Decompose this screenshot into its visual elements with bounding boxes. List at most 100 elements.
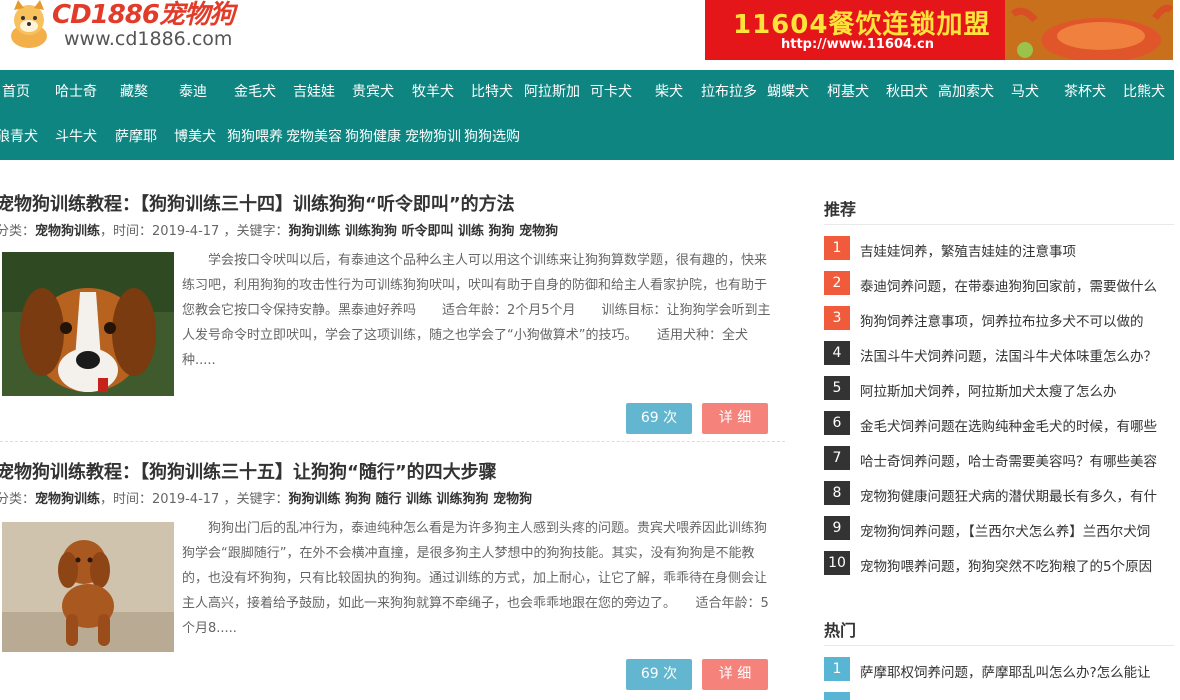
hot-heading: 热门 bbox=[824, 621, 857, 640]
rank-link[interactable]: 金毛犬饲养问题在选购纯种金毛犬的时候，有哪些 bbox=[860, 415, 1157, 435]
rank-link[interactable]: 阿拉斯加犬饲养，阿拉斯加犬太瘦了怎么办 bbox=[860, 380, 1117, 400]
nav-item-corgi[interactable]: 柯基犬 bbox=[827, 70, 869, 115]
rank-link[interactable]: 法国斗牛犬饲养问题，法国斗牛犬体味重怎么办？ bbox=[860, 345, 1157, 365]
nav-item-labrador[interactable]: 拉布拉多 bbox=[701, 70, 757, 115]
rank-number: 3 bbox=[824, 306, 850, 330]
article-card: 宠物狗训练教程：【狗狗训练三十四】训练狗狗“听令即叫”的方法 分类：宠物狗训练，… bbox=[0, 190, 785, 442]
meta-category-label: 分类： bbox=[0, 224, 36, 239]
recommend-item[interactable]: 2 泰迪饲养问题，在带泰迪狗狗回家前，需要做什么 bbox=[824, 271, 1180, 306]
rank-link[interactable]: 哈士奇饲养问题，哈士奇需要美容吗？有哪些美容 bbox=[860, 450, 1157, 470]
recommend-item[interactable]: 8 宠物狗健康问题狂犬病的潜伏期最长有多久，有什 bbox=[824, 481, 1180, 516]
nav-item-caucasian[interactable]: 高加索犬 bbox=[938, 70, 994, 115]
nav-item-shepherd[interactable]: 牧羊犬 bbox=[412, 70, 454, 115]
banner-title: 11604餐饮连锁加盟 bbox=[733, 10, 991, 40]
rank-number: 4 bbox=[824, 341, 850, 365]
article-thumbnail[interactable] bbox=[2, 252, 174, 396]
nav-item-pitbull[interactable]: 比特犬 bbox=[471, 70, 513, 115]
article-title[interactable]: 宠物狗训练教程：【狗狗训练三十四】训练狗狗“听令即叫”的方法 bbox=[0, 190, 515, 216]
detail-button[interactable]: 详 细 bbox=[702, 659, 768, 690]
rank-number: 8 bbox=[824, 481, 850, 505]
recommend-item[interactable]: 5 阿拉斯加犬饲养，阿拉斯加犬太瘦了怎么办 bbox=[824, 376, 1180, 411]
hot-divider bbox=[824, 645, 1174, 646]
logo-title: CD1886宠物狗 bbox=[52, 0, 235, 30]
recommend-item[interactable]: 7 哈士奇饲养问题，哈士奇需要美容吗？有哪些美容 bbox=[824, 446, 1180, 481]
meta-keywords[interactable]: 狗狗训练 训练狗狗 听令即叫 训练 狗狗 宠物狗 bbox=[288, 224, 558, 239]
meta-time: ，时间：2019-4-17 ，关键字： bbox=[100, 492, 289, 507]
article-card: 宠物狗训练教程：【狗狗训练三十五】让狗狗“随行”的四大步骤 分类：宠物狗训练，时… bbox=[0, 458, 785, 700]
views-button[interactable]: 69 次 bbox=[626, 403, 692, 434]
hot-item[interactable]: 1 萨摩耶权饲养问题，萨摩耶乱叫怎么办?怎么能让 bbox=[824, 657, 1180, 692]
rank-number: 1 bbox=[824, 657, 850, 681]
nav-item-alaskan[interactable]: 阿拉斯加 bbox=[524, 70, 580, 115]
nav-item-shiba[interactable]: 柴犬 bbox=[655, 70, 683, 115]
site-logo[interactable]: CD1886宠物狗 www.cd1886.com bbox=[0, 0, 240, 60]
recommend-item[interactable]: 4 法国斗牛犬饲养问题，法国斗牛犬体味重怎么办？ bbox=[824, 341, 1180, 376]
beagle-image bbox=[2, 252, 174, 396]
recommend-item[interactable]: 1 吉娃娃饲养，繁殖吉娃娃的注意事项 bbox=[824, 236, 1180, 271]
nav-item-home[interactable]: 首页 bbox=[2, 70, 30, 115]
rank-number: 9 bbox=[824, 516, 850, 540]
rank-link[interactable]: 萨摩耶权饲养问题，萨摩耶乱叫怎么办?怎么能让 bbox=[860, 661, 1151, 681]
nav-item-bichon[interactable]: 比熊犬 bbox=[1123, 70, 1165, 115]
nav-item-training[interactable]: 宠物狗训 bbox=[405, 115, 461, 160]
nav-item-golden-retriever[interactable]: 金毛犬 bbox=[234, 70, 276, 115]
nav-row-1: 首页 哈士奇 藏獒 泰迪 金毛犬 吉娃娃 贵宾犬 牧羊犬 比特犬 阿拉斯加 可卡… bbox=[0, 70, 1174, 115]
dog-mascot-icon bbox=[11, 0, 47, 48]
nav-item-teddy[interactable]: 泰迪 bbox=[179, 70, 207, 115]
nav-item-buying[interactable]: 狗狗选购 bbox=[464, 115, 520, 160]
rank-link[interactable]: 吉娃娃饲养，繁殖吉娃娃的注意事项 bbox=[860, 240, 1076, 260]
nav-item-pomeranian[interactable]: 博美犬 bbox=[174, 115, 216, 160]
recommend-item[interactable]: 6 金毛犬饲养问题在选购纯种金毛犬的时候，有哪些 bbox=[824, 411, 1180, 446]
article-title[interactable]: 宠物狗训练教程：【狗狗训练三十五】让狗狗“随行”的四大步骤 bbox=[0, 458, 497, 484]
nav-item-papillon[interactable]: 蝴蝶犬 bbox=[767, 70, 809, 115]
rank-number: 6 bbox=[824, 411, 850, 435]
crab-image bbox=[1005, 0, 1173, 60]
nav-item-samoyed[interactable]: 萨摩耶 bbox=[115, 115, 157, 160]
article-summary: 学会按口令吠叫以后，有泰迪这个品种么主人可以用这个训练来让狗狗算数学题，很有趣的… bbox=[182, 253, 771, 368]
article-thumbnail[interactable] bbox=[2, 522, 174, 652]
nav-item-poodle[interactable]: 贵宾犬 bbox=[352, 70, 394, 115]
nav-item-health[interactable]: 狗狗健康 bbox=[345, 115, 401, 160]
recommend-item[interactable]: 10 宠物狗喂养问题，狗狗突然不吃狗粮了的5个原因 bbox=[824, 551, 1180, 586]
rank-link[interactable]: 泰迪饲养问题，在带泰迪狗狗回家前，需要做什么 bbox=[860, 275, 1157, 295]
nav-item-teacup[interactable]: 茶杯犬 bbox=[1064, 70, 1106, 115]
nav-item-grooming[interactable]: 宠物美容 bbox=[286, 115, 342, 160]
nav-item-chihuahua[interactable]: 吉娃娃 bbox=[293, 70, 335, 115]
meta-category[interactable]: 宠物狗训练 bbox=[35, 224, 100, 239]
rank-number: 10 bbox=[824, 551, 850, 575]
article-summary: 狗狗出门后的乱冲行为，泰迪纯种怎么看是为许多狗主人感到头疼的问题。贵宾犬喂养因此… bbox=[182, 521, 769, 636]
meta-keywords[interactable]: 狗狗训练 狗狗 随行 训练 训练狗狗 宠物狗 bbox=[288, 492, 532, 507]
rank-link[interactable]: 狗狗饲养注意事项，饲养拉布拉多犬不可以做的 bbox=[860, 310, 1144, 330]
meta-category[interactable]: 宠物狗训练 bbox=[35, 492, 100, 507]
poodle-image bbox=[2, 522, 174, 652]
recommend-item[interactable]: 3 狗狗饲养注意事项，饲养拉布拉多犬不可以做的 bbox=[824, 306, 1180, 341]
nav-item-akita[interactable]: 秋田犬 bbox=[886, 70, 928, 115]
meta-time: ，时间：2019-4-17 ，关键字： bbox=[100, 224, 289, 239]
rank-number: 1 bbox=[824, 236, 850, 260]
nav-item-malinois[interactable]: 马犬 bbox=[1011, 70, 1039, 115]
nav-item-bulldog[interactable]: 斗牛犬 bbox=[55, 115, 97, 160]
hot-item-partial[interactable] bbox=[824, 692, 1180, 700]
nav-item-feeding[interactable]: 狗狗喂养 bbox=[227, 115, 283, 160]
recommend-divider bbox=[824, 224, 1174, 225]
detail-button[interactable]: 详 细 bbox=[702, 403, 768, 434]
nav-item-wolf-dog[interactable]: 狼青犬 bbox=[0, 115, 38, 160]
nav-item-cocker[interactable]: 可卡犬 bbox=[590, 70, 632, 115]
rank-link[interactable]: 宠物狗饲养问题，【兰西尔犬怎么养】兰西尔犬饲 bbox=[860, 520, 1150, 540]
rank-link[interactable]: 宠物狗健康问题狂犬病的潜伏期最长有多久，有什 bbox=[860, 485, 1157, 505]
article-meta: 分类：宠物狗训练，时间：2019-4-17 ，关键字：狗狗训练 狗狗 随行 训练… bbox=[0, 488, 532, 507]
ad-banner[interactable]: 11604餐饮连锁加盟 http://www.11604.cn bbox=[705, 0, 1173, 60]
nav-row-2: 狼青犬 斗牛犬 萨摩耶 博美犬 狗狗喂养 宠物美容 狗狗健康 宠物狗训 狗狗选购 bbox=[0, 115, 1174, 160]
recommend-heading: 推荐 bbox=[824, 200, 857, 219]
rank-number: 7 bbox=[824, 446, 850, 470]
meta-category-label: 分类： bbox=[0, 492, 36, 507]
site-header: CD1886宠物狗 www.cd1886.com 11604餐饮连锁加盟 htt… bbox=[0, 0, 1180, 70]
rank-number: 5 bbox=[824, 376, 850, 400]
nav-item-husky[interactable]: 哈士奇 bbox=[55, 70, 97, 115]
rank-number-partial bbox=[824, 692, 850, 700]
main-nav: 首页 哈士奇 藏獒 泰迪 金毛犬 吉娃娃 贵宾犬 牧羊犬 比特犬 阿拉斯加 可卡… bbox=[0, 70, 1174, 160]
views-button[interactable]: 69 次 bbox=[626, 659, 692, 690]
rank-link[interactable]: 宠物狗喂养问题，狗狗突然不吃狗粮了的5个原因 bbox=[860, 555, 1152, 575]
recommend-item[interactable]: 9 宠物狗饲养问题，【兰西尔犬怎么养】兰西尔犬饲 bbox=[824, 516, 1180, 551]
nav-item-tibetan-mastiff[interactable]: 藏獒 bbox=[120, 70, 148, 115]
